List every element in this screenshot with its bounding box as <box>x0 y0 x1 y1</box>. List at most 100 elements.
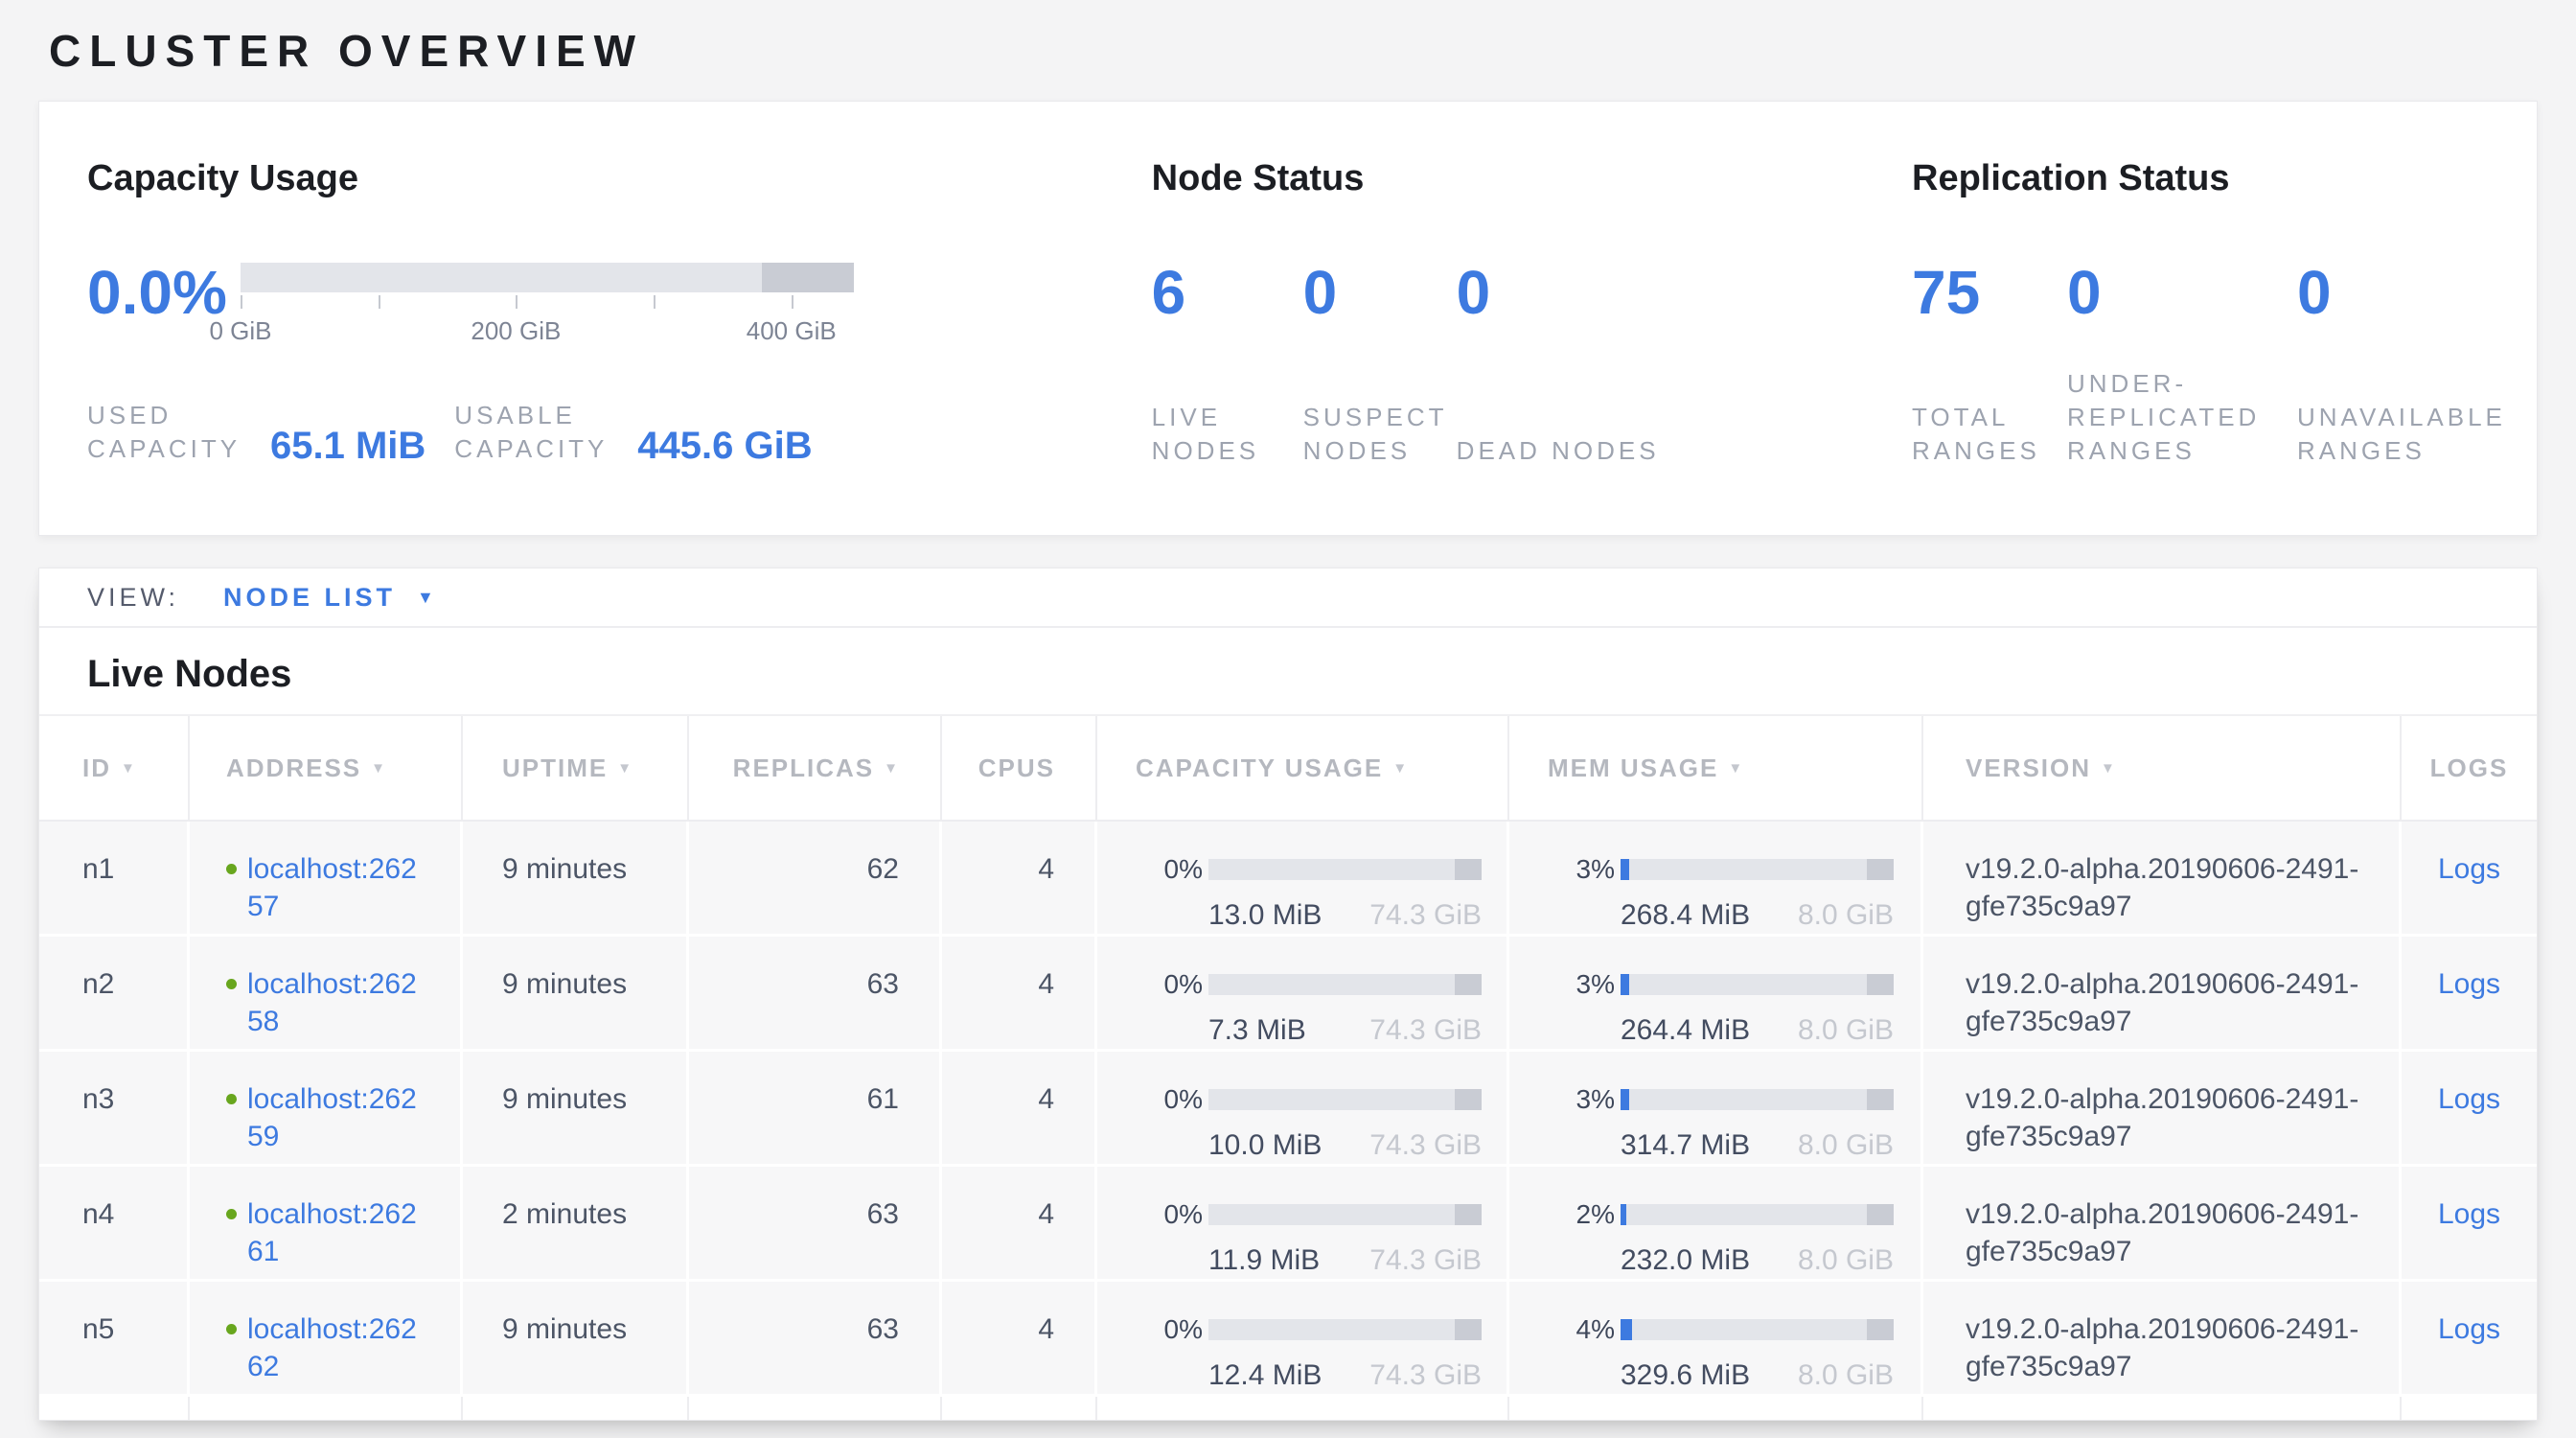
replicas-cell: 62 <box>689 822 942 934</box>
capacity-usage-section: Capacity Usage 0.0% 0 GiB200 GiB400 GiB … <box>87 155 1152 535</box>
usage-percent: 0% <box>1136 1310 1203 1348</box>
column-header-label: UPTIME <box>502 754 608 783</box>
address-cell: localhost:26258 <box>190 937 463 1049</box>
usage-percent: 3% <box>1548 965 1615 1003</box>
column-header-label: LOGS <box>2430 754 2509 783</box>
node-live-dot-icon <box>226 1094 237 1104</box>
logs-link[interactable]: Logs <box>2438 968 2500 1000</box>
version-cell: v19.2.0-alpha.20190606-2491-gfe735c9a97 <box>1923 1052 2402 1164</box>
stat-label: USABLE CAPACITY <box>454 399 622 466</box>
replicas-cell: 63 <box>689 1282 942 1394</box>
capacity-usage-cell: 0%13.0 MiB74.3 GiB <box>1097 822 1509 934</box>
summary-stat: 0UNAVAILABLE RANGES <box>2297 263 2537 468</box>
table-row: n4localhost:262612 minutes6340%11.9 MiB7… <box>39 1167 2537 1282</box>
cpus-cell: 4 <box>942 1052 1097 1164</box>
usage-bar-reserved <box>1455 859 1483 880</box>
usage-total-value: 74.3 GiB <box>1369 1357 1482 1394</box>
usage-percent: 4% <box>1548 1310 1615 1348</box>
cpus-cell: 4 <box>942 937 1097 1049</box>
table-partial-row <box>39 1397 2537 1420</box>
usage-percent: 0% <box>1136 1195 1203 1233</box>
column-header-id[interactable]: ID▼ <box>39 716 190 820</box>
address-link[interactable]: localhost:26261 <box>247 1195 429 1270</box>
capacity-usage-cell: 0%11.9 MiB74.3 GiB <box>1097 1167 1509 1279</box>
address-link[interactable]: localhost:26259 <box>247 1080 429 1155</box>
logs-link[interactable]: Logs <box>2438 853 2500 885</box>
axis-tick-icon <box>654 295 656 309</box>
stat-label: UNDER-REPLICATED RANGES <box>2067 367 2297 468</box>
usage-used-value: 232.0 MiB <box>1621 1241 1750 1279</box>
node-live-dot-icon <box>226 979 237 989</box>
sort-arrow-icon: ▼ <box>2101 760 2117 777</box>
logs-link[interactable]: Logs <box>2438 1198 2500 1230</box>
usage-percent: 0% <box>1136 965 1203 1003</box>
usage-bar-fill <box>1621 1319 1632 1340</box>
usage-bar-fill <box>1621 1204 1626 1225</box>
summary-stat: 0DEAD NODES <box>1457 263 1912 468</box>
usage-bar <box>1208 1204 1482 1225</box>
usage-used-value: 13.0 MiB <box>1208 896 1322 934</box>
replicas-cell: 63 <box>689 937 942 1049</box>
partial-cell <box>190 1397 463 1420</box>
logs-cell: Logs <box>2402 1167 2537 1279</box>
usage-used-value: 10.0 MiB <box>1208 1126 1322 1164</box>
version-cell: v19.2.0-alpha.20190606-2491-gfe735c9a97 <box>1923 822 2402 934</box>
usage-bar <box>1208 1089 1482 1110</box>
column-header-capacity-usage[interactable]: CAPACITY USAGE▼ <box>1097 716 1509 820</box>
capacity-chart-row: 0.0% 0 GiB200 GiB400 GiB <box>87 263 1152 345</box>
usage-total-value: 8.0 GiB <box>1798 1126 1894 1164</box>
table-row: n5localhost:262629 minutes6340%12.4 MiB7… <box>39 1282 2537 1397</box>
usable-capacity-stat: USABLE CAPACITY 445.6 GiB <box>454 399 812 466</box>
logs-link[interactable]: Logs <box>2438 1083 2500 1115</box>
cpus-cell: 4 <box>942 822 1097 934</box>
address-cell: localhost:26257 <box>190 822 463 934</box>
usage-total-value: 8.0 GiB <box>1798 1241 1894 1279</box>
usage-bar-reserved <box>1867 974 1895 995</box>
usage-bar-reserved <box>1867 859 1895 880</box>
sort-arrow-icon: ▼ <box>617 760 633 777</box>
live-nodes-table: ID▼ADDRESS▼UPTIME▼REPLICAS▼CPUSCAPACITY … <box>39 714 2537 1420</box>
usage-bar-reserved <box>1455 1204 1483 1225</box>
capacity-stats-row: USED CAPACITY 65.1 MiB USABLE CAPACITY 4… <box>87 399 1152 466</box>
table-row: n3localhost:262599 minutes6140%10.0 MiB7… <box>39 1052 2537 1167</box>
usage-used-value: 7.3 MiB <box>1208 1011 1306 1049</box>
column-header-label: MEM USAGE <box>1548 754 1718 783</box>
usage-bar <box>1208 974 1482 995</box>
stat-value: 445.6 GiB <box>637 426 812 466</box>
usage-total-value: 74.3 GiB <box>1369 1241 1482 1279</box>
address-link[interactable]: localhost:26257 <box>247 850 429 925</box>
mem-usage-cell: 3%314.7 MiB8.0 GiB <box>1509 1052 1923 1164</box>
axis-tick-icon <box>516 295 518 309</box>
column-header-version[interactable]: VERSION ▼ <box>1923 716 2402 820</box>
address-link[interactable]: localhost:26262 <box>247 1310 429 1385</box>
usage-used-value: 264.4 MiB <box>1621 1011 1750 1049</box>
capacity-bar-track <box>241 263 854 292</box>
logs-cell: Logs <box>2402 1282 2537 1394</box>
column-header-replicas[interactable]: REPLICAS▼ <box>689 716 942 820</box>
partial-cell <box>2402 1397 2537 1420</box>
usage-total-value: 74.3 GiB <box>1369 1011 1482 1049</box>
replication-status-stats: 75TOTAL RANGES0UNDER-REPLICATED RANGES0U… <box>1912 263 2537 468</box>
capacity-axis-labels: 0 GiB200 GiB400 GiB <box>241 316 854 345</box>
usage-bar-reserved <box>1867 1319 1895 1340</box>
replication-status-heading: Replication Status <box>1912 155 2537 201</box>
cluster-summary-card: Capacity Usage 0.0% 0 GiB200 GiB400 GiB … <box>38 101 2538 536</box>
view-dropdown[interactable]: NODE LIST ▼ <box>223 583 434 613</box>
column-header-uptime[interactable]: UPTIME ▼ <box>463 716 689 820</box>
uptime-cell: 9 minutes <box>463 822 689 934</box>
version-cell: v19.2.0-alpha.20190606-2491-gfe735c9a97 <box>1923 1282 2402 1394</box>
column-header-address[interactable]: ADDRESS▼ <box>190 716 463 820</box>
logs-cell: Logs <box>2402 1052 2537 1164</box>
column-header-mem-usage[interactable]: MEM USAGE▼ <box>1509 716 1923 820</box>
table-header-row: ID▼ADDRESS▼UPTIME▼REPLICAS▼CPUSCAPACITY … <box>39 714 2537 822</box>
usage-total-value: 74.3 GiB <box>1369 1126 1482 1164</box>
usage-bar-reserved <box>1455 974 1483 995</box>
logs-link[interactable]: Logs <box>2438 1313 2500 1345</box>
logs-cell: Logs <box>2402 937 2537 1049</box>
address-link[interactable]: localhost:26258 <box>247 965 429 1040</box>
page-title: CLUSTER OVERVIEW <box>49 25 2576 77</box>
column-header-label: VERSION <box>1966 754 2091 783</box>
stat-value: 0 <box>2297 263 2537 322</box>
usage-bar <box>1208 1319 1482 1340</box>
stat-value: 75 <box>1912 263 2067 322</box>
